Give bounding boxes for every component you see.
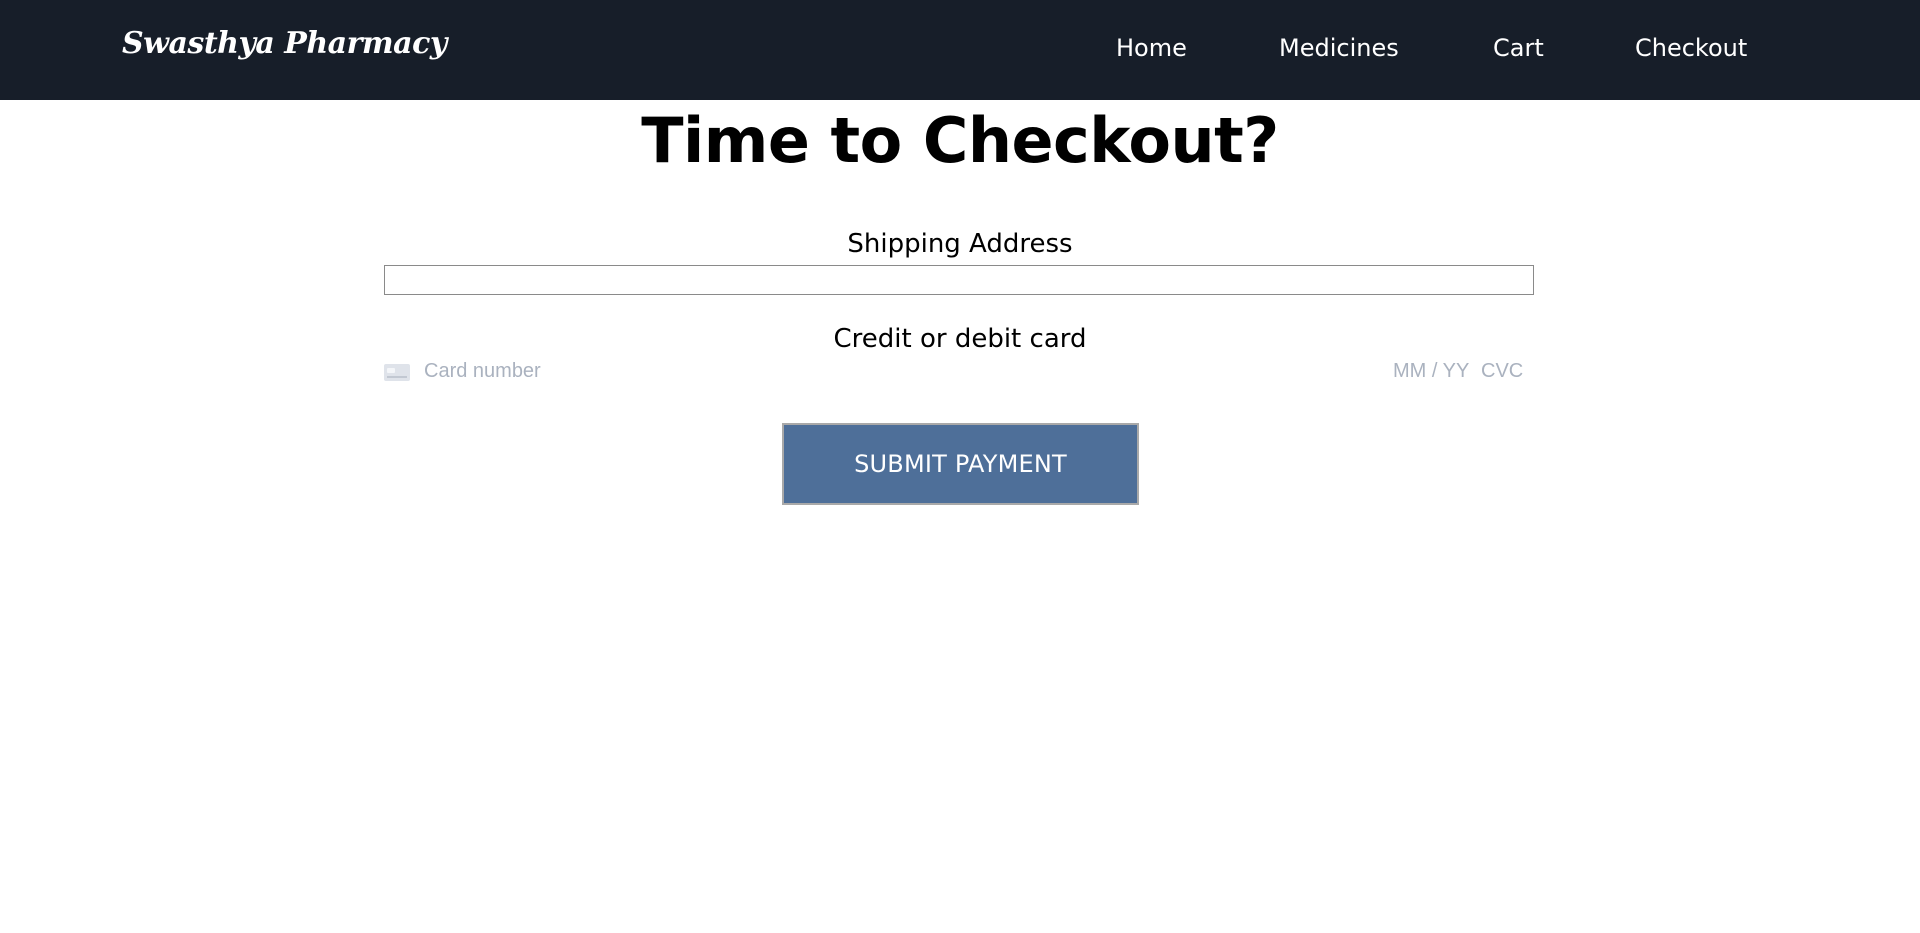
nav-link-cart[interactable]: Cart [1493, 34, 1544, 62]
nav-links: Home Medicines Cart Checkout [0, 0, 1920, 100]
card-element[interactable] [384, 358, 1531, 388]
shipping-address-label: Shipping Address [847, 229, 1073, 259]
credit-card-icon [384, 364, 410, 381]
card-label: Credit or debit card [833, 324, 1087, 354]
card-number-input[interactable] [424, 360, 1124, 383]
card-cvc-input[interactable] [1481, 360, 1531, 383]
page-title: Time to Checkout? [641, 104, 1279, 177]
shipping-address-input[interactable] [384, 265, 1534, 295]
nav-link-home[interactable]: Home [1116, 34, 1187, 62]
card-expiry-input[interactable] [1393, 360, 1473, 383]
nav-link-medicines[interactable]: Medicines [1279, 34, 1399, 62]
nav-link-checkout[interactable]: Checkout [1635, 34, 1747, 62]
navbar: Swasthya Pharmacy Home Medicines Cart Ch… [0, 0, 1920, 100]
submit-payment-button[interactable]: SUBMIT PAYMENT [782, 423, 1139, 505]
